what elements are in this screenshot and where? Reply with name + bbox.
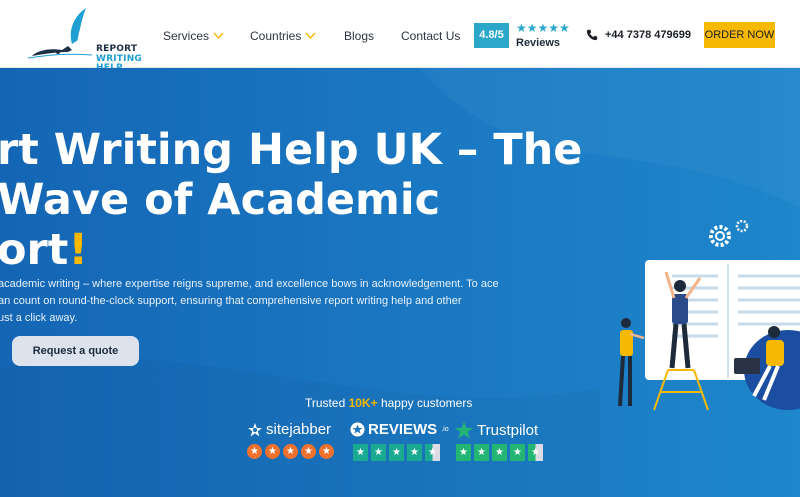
reviews-io-stars: ★ ★ ★ ★ ★ (353, 444, 440, 461)
chevron-down-icon (213, 32, 224, 40)
hero-description-line2: an count on round-the-clock support, ens… (0, 295, 462, 307)
order-now-button[interactable]: ORDER NOW (704, 22, 775, 48)
hero-title-line1: rt Writing Help UK – The (0, 125, 583, 175)
star-icon: ★ (389, 444, 404, 461)
nav-services[interactable]: Services (163, 29, 224, 43)
sitejabber-stars: ★ ★ ★ ★ ★ (247, 444, 334, 459)
trustpilot-badge[interactable]: Trustpilot (454, 421, 538, 440)
reviews-io-suffix: .io (441, 426, 449, 433)
rating-score-badge: 4.8/5 (474, 23, 509, 48)
gear-icon (735, 220, 749, 233)
hero-description: academic writing – where expertise reign… (0, 276, 538, 327)
star-icon: ★ (492, 444, 507, 461)
trustpilot-stars: ★ ★ ★ ★ ★ (456, 444, 543, 461)
phone-number-link[interactable]: +44 7378 479699 (605, 29, 691, 41)
nav-countries-label: Countries (250, 29, 302, 43)
reviews-io-label: REVIEWS (368, 421, 438, 438)
hero-title: rt Writing Help UK – The Wave of Academi… (0, 125, 582, 275)
nav-countries[interactable]: Countries (250, 29, 316, 43)
hero-title-line3: ort (0, 225, 69, 275)
half-star-icon: ★ (528, 444, 543, 461)
rating-stars-icon: ★★★★★ (516, 21, 570, 35)
star-icon: ★ (371, 444, 386, 461)
star-icon: ★ (319, 444, 334, 459)
nav-contact-label: Contact Us (401, 29, 461, 43)
customer-count: 10K+ (348, 396, 378, 410)
hero-title-exclaim: ! (68, 225, 88, 275)
sitejabber-label: sitejabber (266, 421, 332, 438)
trustpilot-star-icon (454, 421, 474, 439)
star-icon: ★ (510, 444, 525, 461)
gear-icon (709, 225, 731, 247)
hero-description-line1: academic writing – where expertise reign… (0, 278, 499, 290)
hero-description-line3: ust a click away. (0, 312, 78, 324)
hero-title-line2: Wave of Academic (0, 175, 441, 225)
trusted-customers-text: Trusted 10K+ happy customers (305, 396, 473, 410)
request-quote-button[interactable]: Request a quote (12, 336, 139, 366)
logo-text-line1: REPORT (96, 44, 138, 54)
star-icon: ★ (456, 444, 471, 461)
team-writing-illustration (618, 220, 800, 411)
nav-blogs-label: Blogs (344, 29, 375, 43)
site-header: REPORT WRITING HELP Services Countries B… (0, 0, 800, 73)
phone-icon (586, 29, 598, 41)
star-icon: ★ (301, 444, 316, 459)
half-star-icon: ★ (425, 444, 440, 461)
chevron-down-icon (305, 32, 316, 40)
nav-services-label: Services (163, 29, 210, 43)
reviews-io-badge[interactable]: REVIEWS .io (350, 421, 449, 438)
star-icon: ★ (247, 444, 262, 459)
nav-contact-us[interactable]: Contact Us (401, 29, 460, 43)
star-icon: ★ (265, 444, 280, 459)
sitejabber-logo-icon (248, 422, 262, 436)
brand-logo[interactable]: REPORT WRITING HELP (27, 6, 142, 73)
rating-label: Reviews (516, 37, 561, 49)
trustpilot-label: Trustpilot (477, 422, 539, 439)
reviews-io-star-icon (350, 422, 365, 437)
star-icon: ★ (474, 444, 489, 461)
star-icon: ★ (353, 444, 368, 461)
nav-blogs[interactable]: Blogs (344, 29, 374, 43)
star-icon: ★ (407, 444, 422, 461)
star-icon: ★ (283, 444, 298, 459)
sitejabber-badge[interactable]: sitejabber (247, 421, 331, 438)
